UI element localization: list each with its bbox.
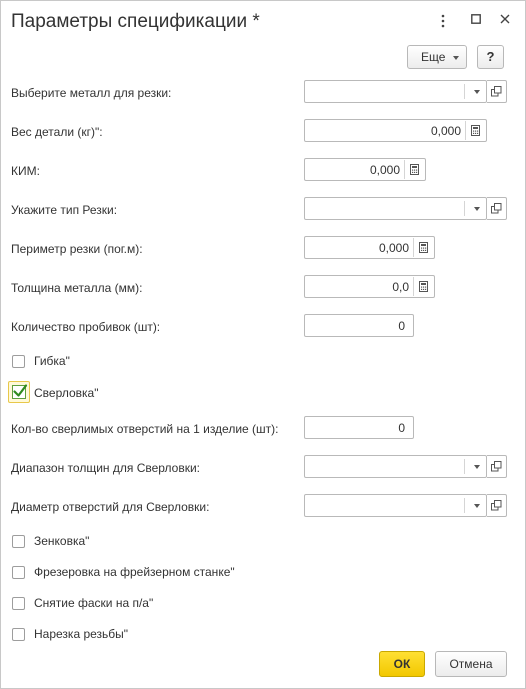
piercings-input[interactable]: 0 <box>304 314 414 337</box>
milling-checkbox[interactable] <box>12 566 25 579</box>
cut-type-select[interactable] <box>304 197 487 220</box>
drilling-checkbox[interactable] <box>12 384 28 399</box>
cancel-button[interactable]: Отмена <box>435 651 507 677</box>
kim-value: 0,000 <box>369 163 400 177</box>
open-metal-button[interactable] <box>487 80 507 103</box>
ok-button[interactable]: ОК <box>379 651 425 677</box>
help-button[interactable]: ? <box>477 45 504 69</box>
weight-value: 0,000 <box>430 124 461 138</box>
holes-count-label: Кол-во сверлимых отверстий на 1 изделие … <box>11 422 279 436</box>
drill-diameter-label: Диаметр отверстий для Сверловки: <box>11 500 210 514</box>
close-icon[interactable] <box>496 12 514 30</box>
perimeter-input[interactable]: 0,000 <box>304 236 435 259</box>
perimeter-value: 0,000 <box>378 241 409 255</box>
open-form-icon <box>491 86 502 97</box>
countersink-checkbox[interactable] <box>12 535 25 548</box>
holes-count-input[interactable]: 0 <box>304 416 414 439</box>
kebab-menu-icon[interactable] <box>434 12 452 30</box>
weight-label: Вес детали (кг)": <box>11 125 103 139</box>
dialog-title: Параметры спецификации * <box>11 11 260 32</box>
dropdown-arrow-icon[interactable] <box>474 90 480 94</box>
open-drill-range-button[interactable] <box>487 455 507 478</box>
drilling-checkbox-focus <box>8 381 30 403</box>
open-form-icon <box>491 203 502 214</box>
countersink-label: Зенковка" <box>34 534 90 548</box>
field-separator <box>464 84 465 99</box>
maximize-icon[interactable] <box>467 12 485 30</box>
drill-range-select[interactable] <box>304 455 487 478</box>
calculator-icon[interactable] <box>465 121 485 140</box>
piercings-label: Количество пробивок (шт): <box>11 320 161 334</box>
calculator-icon[interactable] <box>413 277 433 296</box>
thickness-label: Толщина металла (мм): <box>11 281 143 295</box>
thickness-input[interactable]: 0,0 <box>304 275 435 298</box>
field-separator <box>464 498 465 513</box>
perimeter-label: Периметр резки (пог.м): <box>11 242 143 256</box>
checkmark-icon <box>13 384 28 397</box>
dropdown-arrow-icon[interactable] <box>474 465 480 469</box>
bending-label: Гибка" <box>34 354 70 368</box>
chamfer-label: Снятие фаски на п/а" <box>34 596 154 610</box>
weight-input[interactable]: 0,000 <box>304 119 487 142</box>
kim-label: КИМ: <box>11 164 40 178</box>
chevron-down-icon <box>453 56 459 60</box>
thickness-value: 0,0 <box>392 280 409 294</box>
piercings-value: 0 <box>398 319 405 333</box>
milling-label: Фрезеровка на фрейзерном станке" <box>34 565 235 579</box>
holes-count-value: 0 <box>398 421 405 435</box>
open-drill-diameter-button[interactable] <box>487 494 507 517</box>
dialog-window: Параметры спецификации * Еще ? Выберите … <box>0 0 526 689</box>
bending-checkbox[interactable] <box>12 355 25 368</box>
calculator-icon[interactable] <box>404 160 424 179</box>
drilling-label: Сверловка" <box>34 386 99 400</box>
threading-label: Нарезка резьбы" <box>34 627 129 641</box>
field-separator <box>464 201 465 216</box>
open-form-icon <box>491 461 502 472</box>
metal-select[interactable] <box>304 80 487 103</box>
open-cut-type-button[interactable] <box>487 197 507 220</box>
dropdown-arrow-icon[interactable] <box>474 207 480 211</box>
more-button-label: Еще <box>421 50 446 64</box>
kim-input[interactable]: 0,000 <box>304 158 426 181</box>
cut-type-label: Укажите тип Резки: <box>11 203 118 217</box>
more-button[interactable]: Еще <box>407 45 467 69</box>
open-form-icon <box>491 500 502 511</box>
metal-label: Выберите металл для резки: <box>11 86 172 100</box>
calculator-icon[interactable] <box>413 238 433 257</box>
field-separator <box>464 459 465 474</box>
dropdown-arrow-icon[interactable] <box>474 504 480 508</box>
drill-diameter-select[interactable] <box>304 494 487 517</box>
threading-checkbox[interactable] <box>12 628 25 641</box>
chamfer-checkbox[interactable] <box>12 597 25 610</box>
drill-range-label: Диапазон толщин для Сверловки: <box>11 461 201 475</box>
